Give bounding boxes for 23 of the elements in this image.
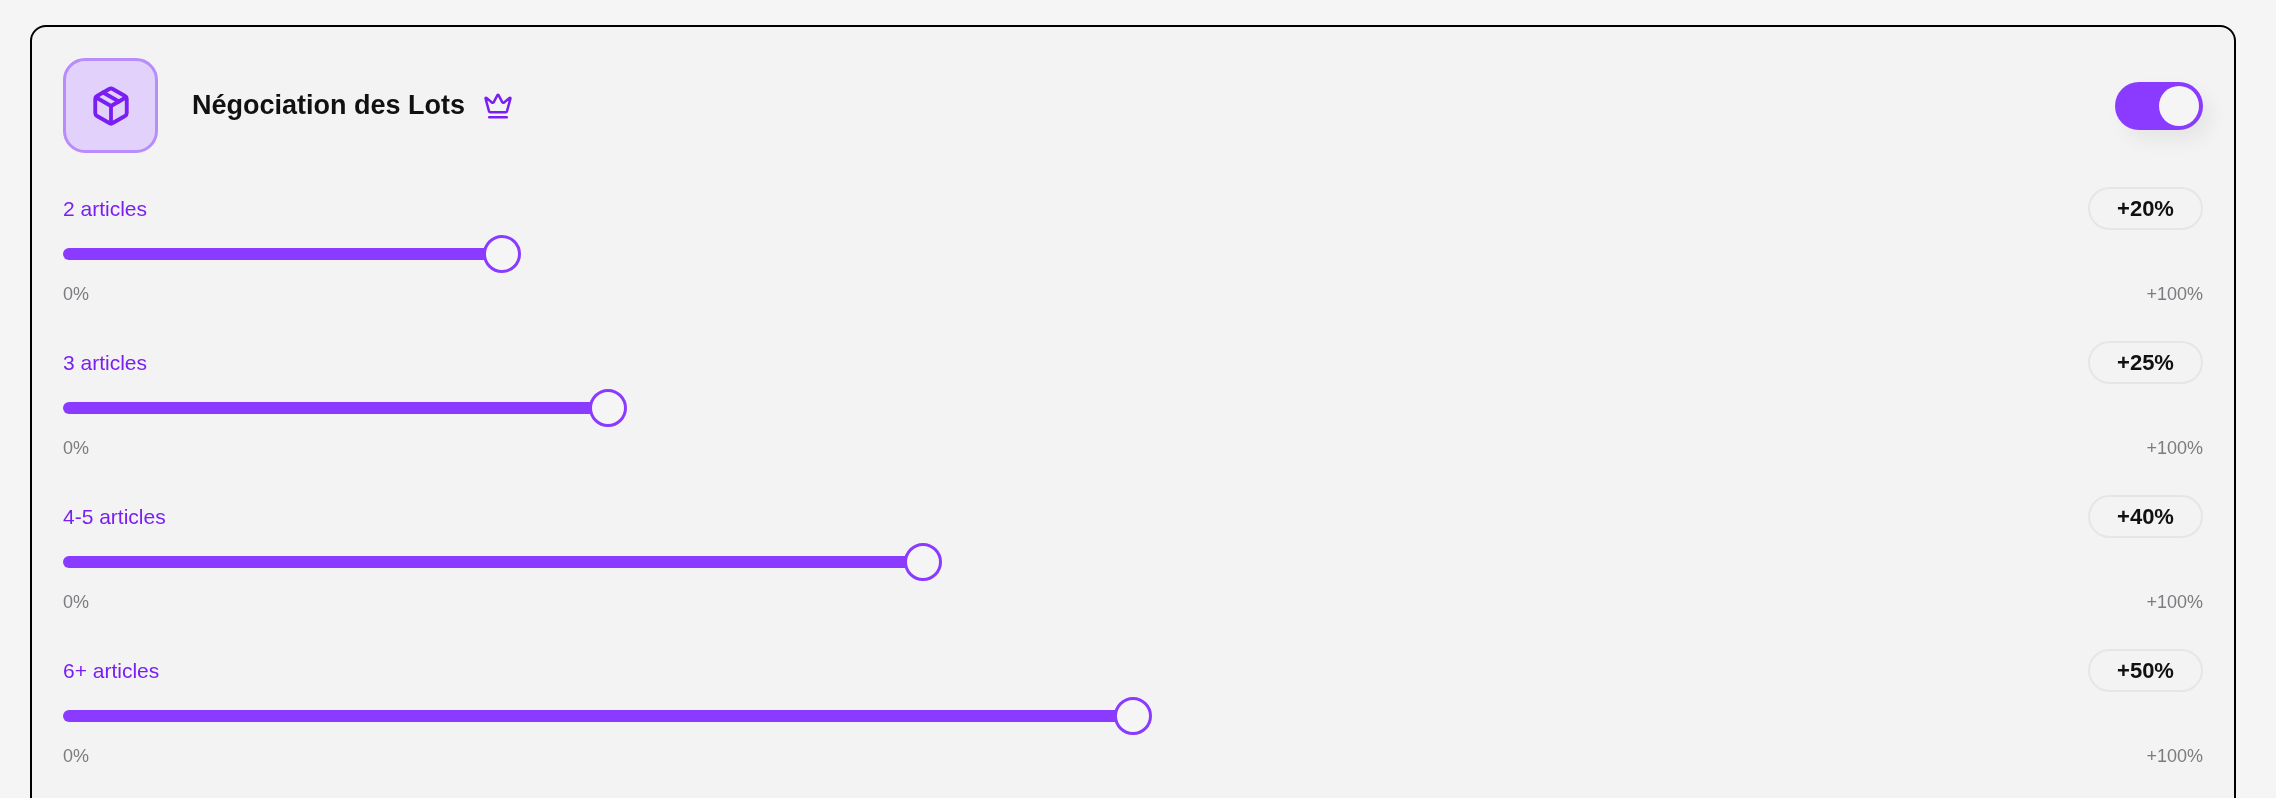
max-value-label: +100%: [2146, 590, 2203, 614]
min-value-label: 0%: [63, 744, 89, 768]
max-value-label: +100%: [2146, 744, 2203, 768]
min-value-label: 0%: [63, 590, 89, 614]
tier-label: 4-5 articles: [63, 503, 166, 530]
min-value-label: 0%: [63, 282, 89, 306]
percent-badge: +20%: [2088, 187, 2203, 230]
percent-badge: +50%: [2088, 649, 2203, 692]
package-icon: [63, 58, 158, 153]
percent-badge: +40%: [2088, 495, 2203, 538]
tier-label: 6+ articles: [63, 657, 160, 684]
tier-label: 2 articles: [63, 195, 148, 222]
slider-thumb[interactable]: [483, 235, 522, 273]
slider-thumb[interactable]: [903, 543, 942, 581]
percent-badge: +25%: [2088, 341, 2203, 384]
max-value-label: +100%: [2146, 436, 2203, 460]
tier-label: 3 articles: [63, 349, 148, 376]
min-value-label: 0%: [63, 436, 89, 460]
slider-thumb[interactable]: [1114, 697, 1152, 735]
slider-thumb[interactable]: [588, 389, 627, 427]
toggle-switch[interactable]: [2115, 81, 2203, 130]
max-value-label: +100%: [2146, 282, 2203, 306]
feature-title: Négociation des Lots: [192, 89, 466, 123]
